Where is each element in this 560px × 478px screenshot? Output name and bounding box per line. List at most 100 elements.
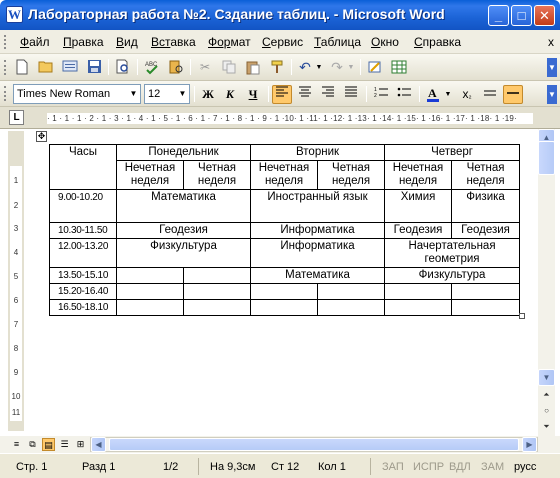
- menubar-grip[interactable]: [4, 35, 7, 49]
- redo-icon[interactable]: ↷: [327, 58, 347, 77]
- empty-cell[interactable]: [116, 267, 184, 284]
- horizontal-scroll-track[interactable]: ◀ ▶: [90, 437, 538, 452]
- reading-layout-view-icon[interactable]: ⊞: [74, 438, 87, 451]
- toolbar-grip[interactable]: [4, 86, 7, 101]
- menu-tools[interactable]: Сервис: [262, 35, 303, 49]
- vertical-scrollbar[interactable]: ▲ ▼ ⏶ ○ ⏷: [538, 129, 555, 436]
- select-browse-object-icon[interactable]: ○: [538, 403, 555, 420]
- empty-cell[interactable]: [250, 283, 319, 300]
- menu-file[interactable]: Файл: [20, 35, 50, 49]
- paste-icon[interactable]: [243, 58, 263, 77]
- odd-week-header[interactable]: Нечетная неделя: [384, 160, 453, 190]
- class-cell[interactable]: Математика: [115, 189, 252, 223]
- scroll-left-icon[interactable]: ◀: [91, 437, 106, 452]
- empty-cell[interactable]: [182, 267, 252, 284]
- even-week-header[interactable]: Четная неделя: [182, 160, 252, 190]
- print-preview-icon[interactable]: [113, 58, 133, 77]
- time-cell[interactable]: 10.30-11.50: [49, 222, 117, 239]
- vertical-ruler[interactable]: 1 2 3 4 5 6 7 8 9 10 11: [8, 131, 24, 431]
- font-name-select[interactable]: Times New Roman ▼: [13, 84, 141, 104]
- empty-cell[interactable]: [384, 299, 453, 316]
- class-cell[interactable]: Физика: [451, 189, 521, 223]
- toolbar-options-icon[interactable]: ▼: [547, 85, 557, 104]
- empty-cell[interactable]: [451, 299, 521, 316]
- empty-cell[interactable]: [116, 283, 184, 300]
- time-cell[interactable]: 13.50-15.10: [49, 267, 117, 284]
- menu-help[interactable]: Справка: [414, 35, 461, 49]
- empty-cell[interactable]: [317, 283, 386, 300]
- toolbar-grip[interactable]: [4, 60, 7, 75]
- class-cell[interactable]: Иностранный язык: [250, 189, 386, 223]
- font-size-select[interactable]: 12 ▼: [144, 84, 190, 104]
- class-cell[interactable]: Начертательная геометрия: [384, 238, 521, 268]
- table-move-handle-icon[interactable]: ✥: [36, 131, 47, 142]
- even-week-header[interactable]: Четная неделя: [317, 160, 386, 190]
- italic-button[interactable]: К: [220, 85, 240, 104]
- class-cell[interactable]: Математика: [250, 267, 386, 284]
- odd-week-header[interactable]: Нечетная неделя: [116, 160, 184, 190]
- font-color-icon[interactable]: A: [423, 85, 443, 104]
- web-layout-view-icon[interactable]: ⧉: [26, 438, 39, 451]
- word-app-icon[interactable]: W: [6, 6, 23, 23]
- class-cell[interactable]: Химия: [384, 189, 453, 223]
- spelling-icon[interactable]: ABC: [142, 58, 162, 77]
- menu-edit[interactable]: Правка: [63, 35, 104, 49]
- tuesday-header[interactable]: Вторник: [250, 144, 386, 161]
- status-overtype[interactable]: ЗАМ: [481, 461, 504, 473]
- scroll-right-icon[interactable]: ▶: [522, 437, 537, 452]
- horizontal-line-icon[interactable]: [480, 85, 500, 104]
- horizontal-ruler[interactable]: L · 1 · 1 · 1 · 2 · 1 · 3 · 1 · 4 · 1 · …: [0, 107, 560, 129]
- open-folder-icon[interactable]: [36, 58, 56, 77]
- class-cell[interactable]: Информатика: [250, 238, 386, 268]
- timetable[interactable]: Часы Понедельник Вторник Четверг Нечетна…: [49, 144, 521, 316]
- horizontal-scroll-thumb[interactable]: [109, 438, 519, 451]
- empty-cell[interactable]: [451, 283, 521, 300]
- align-left-icon[interactable]: [272, 85, 292, 104]
- table-resize-handle[interactable]: [519, 313, 525, 319]
- font-color-dropdown-icon[interactable]: ▼: [443, 85, 453, 104]
- empty-cell[interactable]: [250, 299, 319, 316]
- bulleted-list-icon[interactable]: [394, 85, 414, 104]
- time-cell[interactable]: 12.00-13.20: [49, 238, 117, 268]
- align-right-icon[interactable]: [318, 85, 338, 104]
- permission-icon[interactable]: [60, 58, 80, 77]
- class-cell[interactable]: Физкультура: [115, 238, 252, 268]
- underline-button[interactable]: Ч: [243, 85, 263, 104]
- minimize-button[interactable]: _: [488, 5, 509, 26]
- cut-icon[interactable]: ✂: [195, 58, 215, 77]
- empty-cell[interactable]: [317, 299, 386, 316]
- empty-cell[interactable]: [182, 283, 252, 300]
- toolbar-options-icon[interactable]: ▼: [547, 58, 557, 77]
- justify-icon[interactable]: [341, 85, 361, 104]
- class-cell[interactable]: Физкультура: [384, 267, 521, 284]
- outline-view-icon[interactable]: ☰: [58, 438, 71, 451]
- copy-icon[interactable]: [219, 58, 239, 77]
- document-close-button[interactable]: x: [548, 35, 554, 49]
- format-painter-icon[interactable]: [267, 58, 287, 77]
- status-extend[interactable]: ВДЛ: [449, 461, 471, 473]
- document-area[interactable]: ✥ Часы Понедельник Вторник Четверг Нечет…: [28, 129, 538, 436]
- new-document-icon[interactable]: [12, 58, 32, 77]
- numbered-list-icon[interactable]: 12: [371, 85, 391, 104]
- status-track-changes[interactable]: ИСПР: [413, 461, 444, 473]
- tab-selector-icon[interactable]: L: [9, 110, 24, 125]
- maximize-button[interactable]: □: [511, 5, 532, 26]
- class-cell[interactable]: Геодезия: [384, 222, 453, 239]
- even-week-header[interactable]: Четная неделя: [451, 160, 521, 190]
- class-cell[interactable]: Геодезия: [451, 222, 521, 239]
- empty-cell[interactable]: [182, 299, 252, 316]
- status-language[interactable]: русс: [514, 461, 536, 473]
- menu-table[interactable]: Таблица: [314, 35, 361, 49]
- time-cell[interactable]: 15.20-16.40: [49, 283, 117, 300]
- undo-icon[interactable]: ↶: [295, 58, 315, 77]
- excel-table-icon[interactable]: [389, 58, 409, 77]
- status-record-macro[interactable]: ЗАП: [382, 461, 404, 473]
- print-layout-view-icon[interactable]: ▤: [42, 438, 55, 451]
- menu-view[interactable]: Вид: [116, 35, 138, 49]
- empty-cell[interactable]: [384, 283, 453, 300]
- bold-button[interactable]: Ж: [198, 85, 218, 104]
- thursday-header[interactable]: Четверг: [384, 144, 521, 161]
- save-icon[interactable]: [84, 58, 104, 77]
- align-center-icon[interactable]: [295, 85, 315, 104]
- chevron-down-icon[interactable]: ▼: [176, 85, 189, 103]
